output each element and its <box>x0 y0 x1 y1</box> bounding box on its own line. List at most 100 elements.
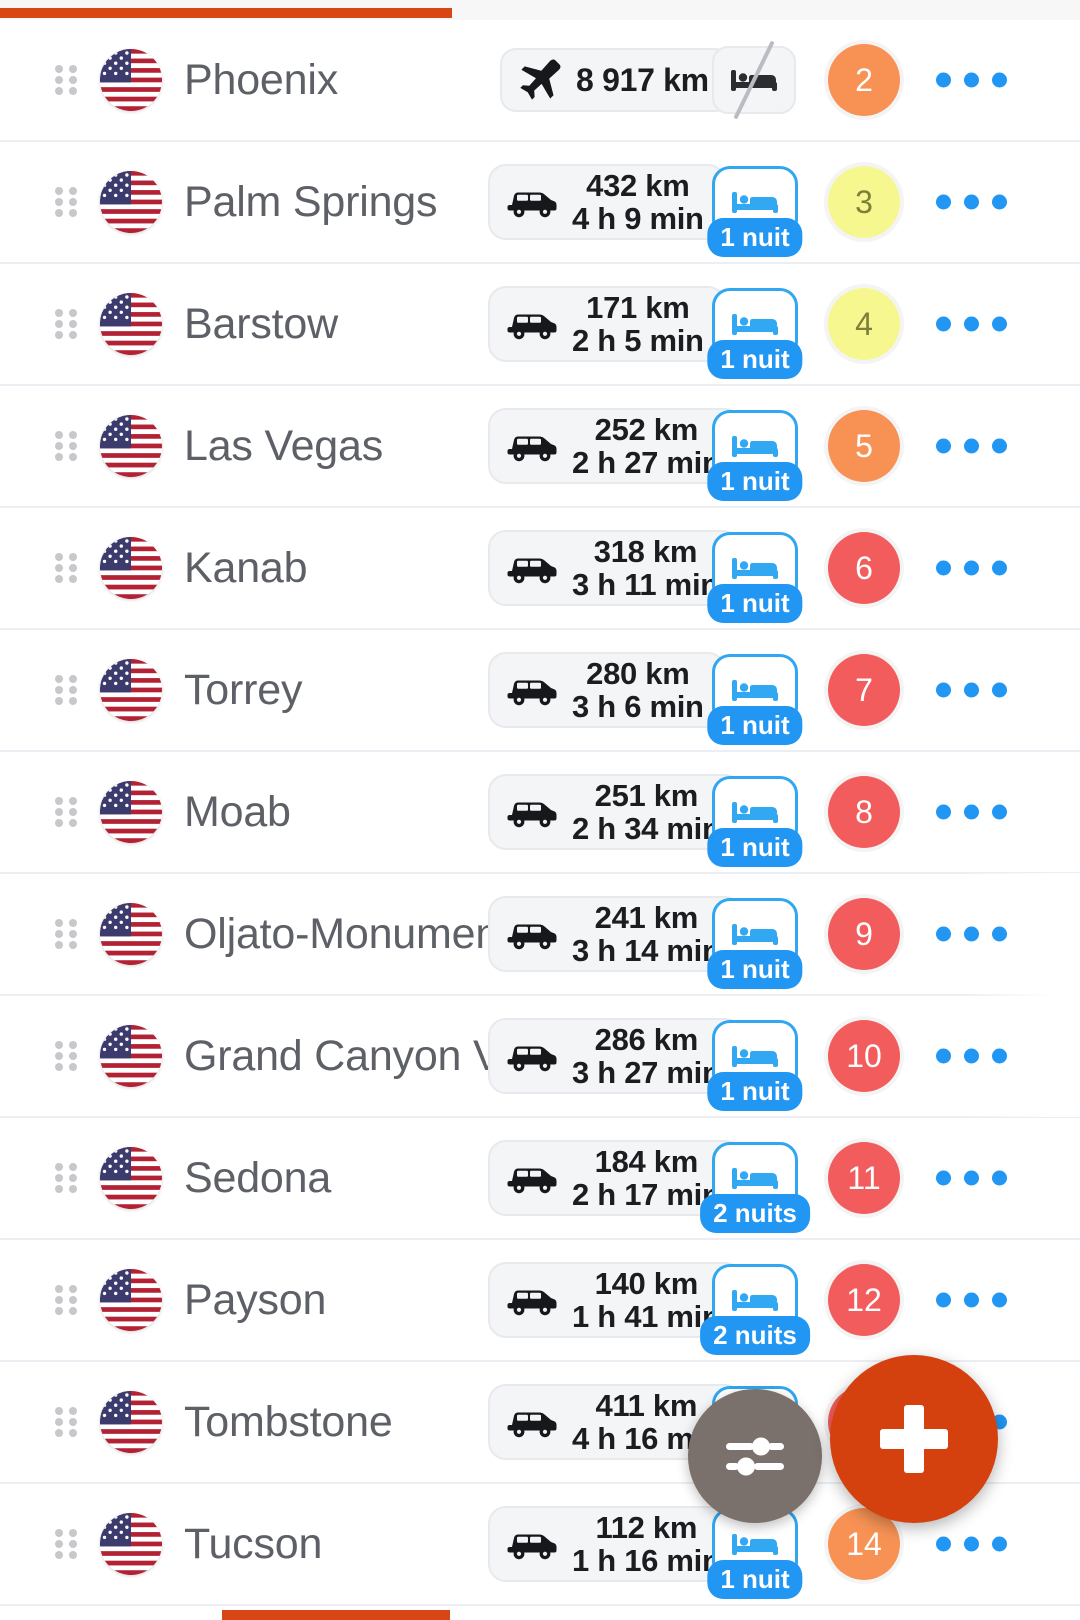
dot-icon <box>936 1292 951 1308</box>
stop-order-badge[interactable]: 6 <box>828 532 900 604</box>
us-flag-icon <box>100 49 162 111</box>
plane-icon <box>520 59 561 100</box>
drag-handle[interactable] <box>52 64 88 97</box>
row-overflow-menu-button[interactable] <box>930 543 1013 594</box>
table-row[interactable]: Las Vegas 252 km 2 h 27 min 1 nuit 5 <box>0 386 1080 508</box>
sleep-control[interactable]: 1 nuit <box>707 654 803 745</box>
table-row[interactable]: Palm Springs 432 km 4 h 9 min 1 nuit 3 <box>0 142 1080 264</box>
drag-handle[interactable] <box>52 674 88 707</box>
table-row[interactable]: Kanab 318 km 3 h 11 min 1 nuit 6 <box>0 508 1080 630</box>
table-row[interactable]: Torrey 280 km 3 h 6 min 1 nuit 7 <box>0 630 1080 752</box>
drag-handle[interactable] <box>52 1040 88 1073</box>
row-overflow-menu-button[interactable] <box>930 55 1013 106</box>
drag-handle[interactable] <box>52 918 88 951</box>
drive-distance-pill[interactable]: 251 km 2 h 34 min <box>488 774 743 850</box>
stop-order-number: 2 <box>855 61 873 98</box>
table-row[interactable]: Barstow 171 km 2 h 5 min 1 nuit 4 <box>0 264 1080 386</box>
drive-distance-pill[interactable]: 241 km 3 h 14 min <box>488 896 743 972</box>
car-icon <box>507 192 557 218</box>
drag-handle[interactable] <box>52 430 88 463</box>
drive-distance-pill[interactable]: 280 km 3 h 6 min <box>488 652 726 728</box>
stop-order-badge[interactable]: 11 <box>828 1142 900 1214</box>
drag-handle[interactable] <box>52 552 88 585</box>
drag-handle[interactable] <box>52 186 88 219</box>
sleep-control[interactable]: 1 nuit <box>707 532 803 623</box>
row-overflow-menu-button[interactable] <box>930 421 1013 472</box>
table-row[interactable]: Phoenix 8 917 km 2 <box>0 20 1080 142</box>
nights-badge: 1 nuit <box>707 706 803 745</box>
us-flag-icon <box>100 1391 162 1453</box>
stop-order-badge[interactable]: 2 <box>828 44 900 116</box>
sleep-control[interactable]: 1 nuit <box>707 166 803 257</box>
transport-mode-icon <box>506 917 558 951</box>
drive-distance-pill[interactable]: 318 km 3 h 11 min <box>488 530 741 606</box>
stop-order-badge[interactable]: 8 <box>828 776 900 848</box>
sleep-control[interactable]: 1 nuit <box>707 410 803 501</box>
filter-fab-button[interactable] <box>688 1389 822 1523</box>
city-name: Tucson <box>184 1519 323 1568</box>
stop-order-number: 9 <box>855 915 873 952</box>
bed-icon <box>732 1290 778 1311</box>
table-row[interactable]: Sedona 184 km 2 h 17 min 2 nuits 11 <box>0 1118 1080 1240</box>
sleep-control[interactable]: 1 nuit <box>707 898 803 989</box>
stop-order-badge[interactable]: 3 <box>828 166 900 238</box>
drag-handle[interactable] <box>52 796 88 829</box>
stop-order-badge[interactable]: 10 <box>828 1020 900 1092</box>
row-overflow-menu-button[interactable] <box>930 177 1013 228</box>
table-row[interactable]: Oljato-Monument Valley 241 km 3 h 14 min 1 … <box>0 873 1080 996</box>
sleep-control[interactable]: 1 nuit <box>707 776 803 867</box>
dot-icon <box>992 1048 1007 1064</box>
sleep-control[interactable]: 2 nuits <box>700 1264 810 1355</box>
stop-order-badge[interactable]: 7 <box>828 654 900 726</box>
transport-distance-duration: 286 km 3 h 27 min <box>572 1021 721 1090</box>
drive-distance-pill[interactable]: 171 km 2 h 5 min <box>488 286 726 362</box>
row-overflow-menu-button[interactable] <box>930 909 1013 960</box>
stop-order-number: 11 <box>847 1159 881 1196</box>
row-overflow-menu-button[interactable] <box>930 1153 1013 1204</box>
drive-distance-pill[interactable]: 252 km 2 h 27 min <box>488 408 743 484</box>
table-row[interactable]: Moab 251 km 2 h 34 min 1 nuit 8 <box>0 752 1080 874</box>
sleep-control[interactable]: 2 nuits <box>700 1142 810 1233</box>
stop-order-badge[interactable]: 5 <box>828 410 900 482</box>
transport-distance-duration: 432 km 4 h 9 min <box>572 167 704 236</box>
car-icon <box>507 314 557 340</box>
sleep-control[interactable]: 1 nuit <box>707 1020 803 1111</box>
drag-handle[interactable] <box>52 1162 88 1195</box>
drag-handle[interactable] <box>52 1406 88 1439</box>
drive-distance-pill[interactable]: 286 km 3 h 27 min <box>488 1018 743 1094</box>
us-flag-icon <box>100 1269 162 1331</box>
drive-distance-pill[interactable]: 112 km 1 h 16 min <box>488 1506 743 1582</box>
stop-order-badge[interactable]: 9 <box>828 898 900 970</box>
bed-icon <box>732 1168 778 1189</box>
row-overflow-menu-button[interactable] <box>930 787 1013 838</box>
dot-icon <box>964 194 979 210</box>
stop-order-badge[interactable]: 12 <box>828 1264 900 1336</box>
stop-order-badge[interactable]: 4 <box>828 288 900 360</box>
add-stop-fab-button[interactable] <box>830 1355 998 1523</box>
dot-icon <box>964 1048 979 1064</box>
nights-badge: 1 nuit <box>707 584 803 623</box>
city-name: Phoenix <box>184 55 338 104</box>
sleep-control[interactable] <box>712 40 798 120</box>
row-overflow-menu-button[interactable] <box>930 1031 1013 1082</box>
transport-distance-duration: 252 km 2 h 27 min <box>572 411 721 480</box>
row-overflow-menu-button[interactable] <box>930 299 1013 350</box>
sleep-control[interactable]: 1 nuit <box>707 288 803 379</box>
row-overflow-menu-button[interactable] <box>930 1519 1013 1570</box>
transport-distance-duration: 318 km 3 h 11 min <box>572 533 719 602</box>
stop-order-number: 10 <box>846 1037 882 1074</box>
dot-icon <box>992 804 1007 820</box>
sleep-toggle-off[interactable] <box>712 40 796 120</box>
table-row[interactable]: Payson 140 km 1 h 41 min 2 nuits 12 <box>0 1240 1080 1362</box>
flight-distance-pill[interactable]: 8 917 km <box>500 48 731 112</box>
bed-icon <box>732 924 778 945</box>
table-row[interactable]: Grand Canyon Village 286 km 3 h 27 min 1 nu… <box>0 995 1080 1118</box>
drive-distance-pill[interactable]: 432 km 4 h 9 min <box>488 164 726 240</box>
drag-handle[interactable] <box>52 308 88 341</box>
car-icon <box>507 802 557 828</box>
row-overflow-menu-button[interactable] <box>930 1275 1013 1326</box>
dot-icon <box>964 560 979 576</box>
drag-handle[interactable] <box>52 1284 88 1317</box>
row-overflow-menu-button[interactable] <box>930 665 1013 716</box>
drag-handle[interactable] <box>52 1528 88 1561</box>
